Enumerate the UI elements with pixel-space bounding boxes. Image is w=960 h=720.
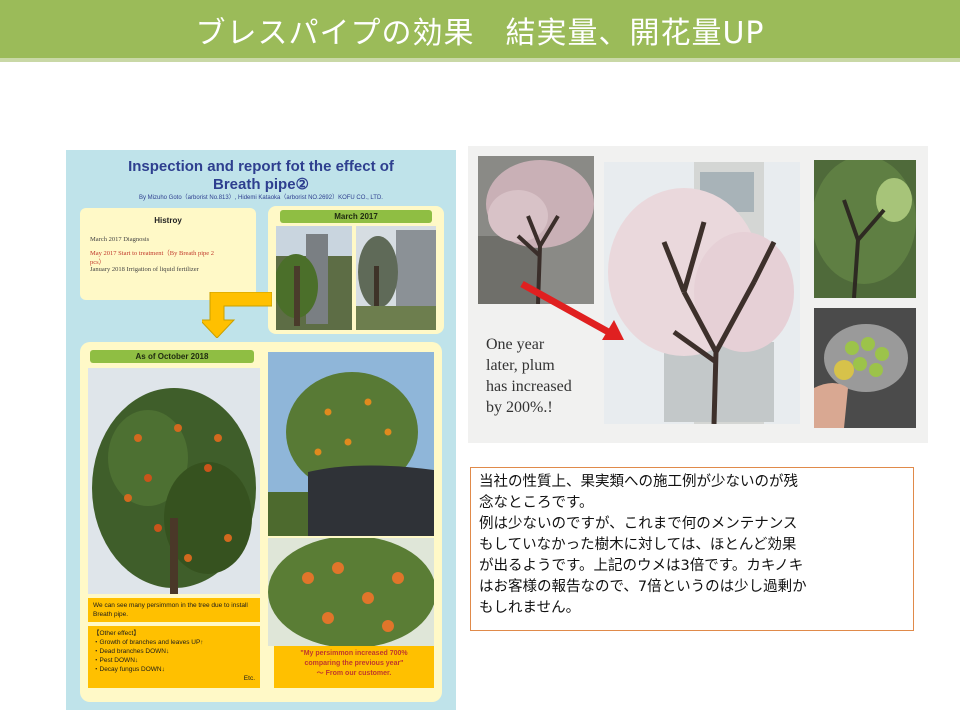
caption-line: later, plum [486,357,555,374]
plum-foliage-photo [814,160,916,298]
comment-line: もしれません。 [479,600,581,616]
march-2017-box: March 2017 [268,206,444,334]
plum-photo-panel: One year later, plum has increased by 20… [468,146,928,443]
persimmon-tree-photo [88,368,260,594]
poster-byline: By Mizuho Goto（arborist No.813）, Hidemi … [139,195,383,201]
slide-title-bar: ブレスパイプの効果 結実量、開花量UP [0,0,960,62]
history-line: January 2018 Irrigation of liquid fertil… [90,266,199,273]
plum-tree-photo-main [604,162,800,424]
october-2018-box: As of October 2018 We can see many persi… [80,342,442,702]
march-2017-photos [276,226,436,330]
customer-quote: "My persimmon increased 700% comparing t… [274,646,434,688]
comment-line: 例は少ないのですが、これまで何のメンテナンス [479,516,798,532]
comment-line: 念なところです。 [479,495,594,511]
quote-part1: "My persimmon increased [300,650,390,657]
other-effect-item: ・Dead branches DOWN↓ [93,648,170,655]
plum-fruit-bowl-photo [814,308,916,428]
persimmon-treetop-photo [268,352,434,536]
persimmon-fruit-photo [268,538,434,646]
etc-label: Etc. [243,675,255,682]
history-line: May 2017 Start to treatment（By Breath pi… [90,250,215,257]
down-arrow-icon [202,292,272,338]
other-effect-item: ・Decay fungus DOWN↓ [93,666,165,673]
plum-caption: One year later, plum has increased by 20… [486,334,606,418]
slide-title: ブレスパイプの効果 結実量、開花量UP [195,16,765,51]
comment-line: が出るようです。上記のウメは3倍です。カキノキ [479,558,804,574]
caption-line: has increased [486,378,572,395]
comment-box: 当社の性質上、果実類への施工例が少ないのが残 念なところです。 例は少ないのです… [470,467,914,631]
history-box: Histroy March 2017 Diagnosis May 2017 St… [80,208,256,300]
red-pointer-arrow-icon [520,280,624,340]
history-title: Histroy [154,216,182,225]
history-line: March 2017 Diagnosis [90,236,150,243]
quote-highlight: 700% [389,650,408,657]
other-effects-note: 【Other effect】 ・Growth of branches and l… [88,626,260,688]
october-2018-label: As of October 2018 [90,350,254,363]
comment-line: 当社の性質上、果実類への施工例が少ないのが残 [479,474,798,490]
history-line: pcs） [90,259,106,266]
march-2017-label: March 2017 [280,210,432,223]
poster-title: Inspection and report fot the effect of … [66,158,456,194]
poster-title-line1: Inspection and report fot the effect of [128,158,394,175]
quote-part2: comparing the previous year" [304,660,404,667]
comment-line: もしていなかった樹木に対しては、ほとんど効果 [479,537,797,553]
other-effects-title: 【Other effect】 [93,630,140,637]
caption-line: by 200%.! [486,399,553,416]
other-effect-item: ・Pest DOWN↓ [93,657,139,664]
comment-line: はお客様の報告なので、7倍というのは少し過剰か [479,579,807,595]
caption-line: One year [486,336,545,353]
quote-from: ～ From our customer. [316,670,392,677]
persimmon-note: We can see many persimmon in the tree du… [88,598,260,622]
other-effect-item: ・Growth of branches and leaves UP↑ [93,639,204,646]
report-poster: Inspection and report fot the effect of … [66,150,456,710]
